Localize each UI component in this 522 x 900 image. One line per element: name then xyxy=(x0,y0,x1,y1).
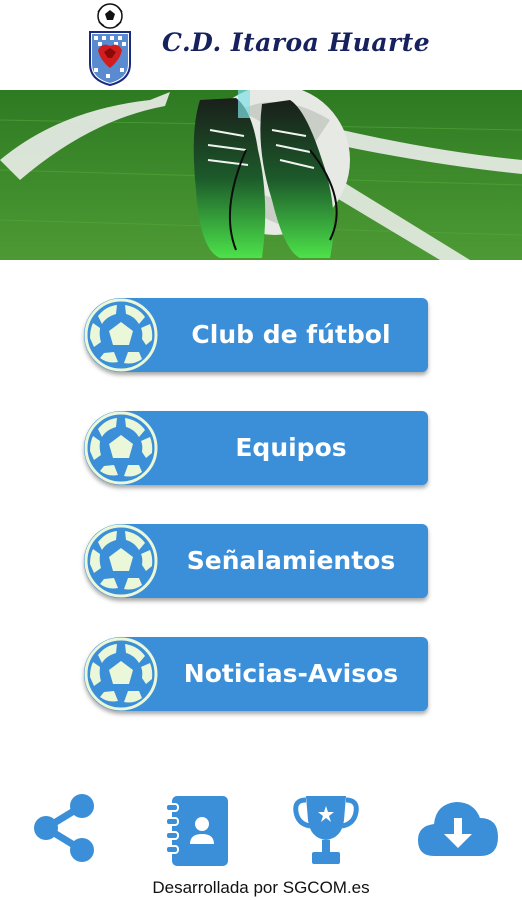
club-name-title: C.D. Itaroa Huarte xyxy=(162,28,431,57)
soccer-ball-icon xyxy=(84,298,158,372)
banner-image-football-boots xyxy=(0,90,522,260)
footer-credit: Desarrollada por SGCOM.es xyxy=(152,878,370,897)
soccer-ball-icon xyxy=(84,411,158,485)
cloud-download-icon[interactable] xyxy=(414,790,502,870)
club-crest-logo xyxy=(89,3,131,86)
trophy-icon[interactable] xyxy=(292,790,360,870)
app-header: C.D. Itaroa Huarte xyxy=(0,0,522,90)
menu-button-noticias-avisos[interactable]: Noticias-Avisos xyxy=(84,637,428,711)
menu-button-senalamientos[interactable]: Señalamientos xyxy=(84,524,428,598)
menu-button-label: Club de fútbol xyxy=(191,320,391,349)
share-icon[interactable] xyxy=(32,790,98,870)
menu-button-club[interactable]: Club de fútbol xyxy=(84,298,428,372)
menu-button-label: Señalamientos xyxy=(186,546,396,575)
soccer-ball-icon xyxy=(84,637,158,711)
menu-button-equipos[interactable]: Equipos xyxy=(84,411,428,485)
soccer-ball-icon xyxy=(84,524,158,598)
menu-button-label: Equipos xyxy=(235,433,347,462)
contacts-book-icon[interactable] xyxy=(164,790,234,870)
menu-button-label: Noticias-Avisos xyxy=(183,659,399,688)
